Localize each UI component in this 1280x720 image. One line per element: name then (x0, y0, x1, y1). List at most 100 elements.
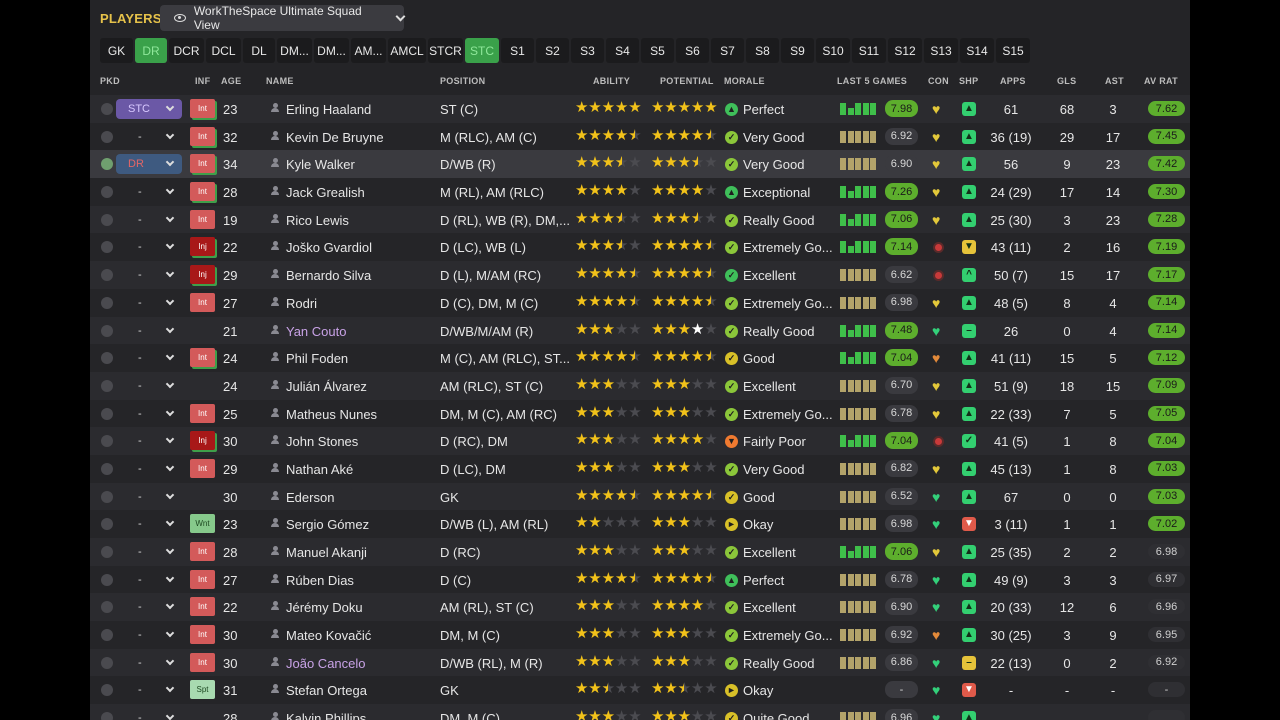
tab-dcr-2[interactable]: DCR (169, 38, 204, 63)
tab-s13-23[interactable]: S13 (924, 38, 958, 63)
tab-dl-4[interactable]: DL (243, 38, 275, 63)
table-row[interactable]: -30EdersonGK★★★★★★★★★★✓Good6.52♥▲67007.0… (90, 482, 1190, 511)
picked-position-dropdown[interactable]: - (116, 321, 182, 341)
player-name-link[interactable]: Jérémy Doku (286, 600, 363, 615)
player-name-link[interactable]: João Cancelo (286, 656, 366, 671)
picked-position-dropdown[interactable]: - (116, 625, 182, 645)
table-row[interactable]: - Int 30 João Cancelo D/WB (RL), M (R) ★ ★ ★ ★ ★ ★… (90, 648, 1190, 677)
tab-s7-17[interactable]: S7 (711, 38, 744, 63)
picked-position-dropdown[interactable]: - (116, 376, 182, 396)
row-checkbox[interactable] (101, 241, 113, 254)
col-con[interactable]: CON (928, 76, 949, 86)
tab-s12-22[interactable]: S12 (888, 38, 922, 63)
tab-s1-11[interactable]: S1 (501, 38, 534, 63)
col-inf[interactable]: INF (195, 76, 210, 86)
col-name[interactable]: NAME (266, 76, 294, 86)
row-checkbox[interactable] (101, 684, 113, 697)
row-checkbox[interactable] (101, 130, 113, 143)
picked-position-dropdown[interactable]: - (116, 487, 182, 507)
status-badge[interactable]: Int (190, 652, 215, 672)
tab-s10-20[interactable]: S10 (816, 38, 850, 63)
table-row[interactable]: - Int 30 Mateo Kovačić DM, M (C) ★ ★ ★ ★ ★ ★ ★ ★ ★ ★ ✓ E… (90, 621, 1190, 649)
row-checkbox[interactable] (101, 352, 113, 365)
player-name-link[interactable]: Manuel Akanji (286, 545, 367, 560)
table-row[interactable]: - Inj 29 Bernardo Silva D (L), M/AM (RC) ★ ★ ★ ★… (90, 261, 1190, 289)
row-checkbox[interactable] (101, 656, 113, 669)
view-selector-dropdown[interactable]: WorkTheSpace Ultimate Squad View (160, 4, 406, 32)
row-checkbox[interactable] (101, 601, 113, 614)
tab-dm-5[interactable]: DM... (277, 38, 312, 63)
col-potential[interactable]: POTENTIAL (660, 76, 714, 86)
status-badge[interactable]: Int (190, 542, 215, 561)
player-name-link[interactable]: Phil Foden (286, 351, 348, 366)
tab-s8-18[interactable]: S8 (746, 38, 779, 63)
table-row[interactable]: -21 Yan Couto D/WB/M/AM (R) ★ ★ ★ ★ ★ ★ ★ ★ ★ ★ ✓ Real… (90, 316, 1190, 345)
picked-position-dropdown[interactable]: - (116, 597, 182, 617)
status-badge[interactable]: Wnt (190, 514, 215, 534)
picked-position-dropdown[interactable]: - (116, 514, 182, 534)
tab-s14-24[interactable]: S14 (960, 38, 994, 63)
player-name-link[interactable]: Ederson (286, 490, 334, 505)
col-ast[interactable]: AST (1105, 76, 1124, 86)
player-name-link[interactable]: Nathan Aké (286, 462, 353, 477)
table-row[interactable]: -Int27RodriD (C), DM, M (C)★★★★★★★★★★✓Ex… (90, 288, 1190, 317)
tab-s4-14[interactable]: S4 (606, 38, 639, 63)
picked-position-dropdown[interactable]: - (116, 542, 182, 562)
player-name-link[interactable]: Julián Álvarez (286, 379, 367, 394)
table-row[interactable]: - Inj 22 Joško Gvardiol D (LC), WB (L) ★ ★ ★ ★ ★ ★… (90, 233, 1190, 262)
player-name-link[interactable]: Mateo Kovačić (286, 628, 371, 643)
picked-position-dropdown[interactable]: DR (116, 154, 182, 175)
row-checkbox[interactable] (101, 379, 113, 392)
row-checkbox[interactable] (101, 490, 113, 503)
col-gls[interactable]: GLS (1057, 76, 1076, 86)
player-name-link[interactable]: Bernardo Silva (286, 268, 371, 283)
tab-s11-21[interactable]: S11 (852, 38, 886, 63)
picked-position-dropdown[interactable]: - (116, 348, 182, 368)
table-row[interactable]: -28 Kalvin Phillips DM, M (C) ★ ★ ★ ★ ★ ★ ★ ★ ★ ★ ✓ Qu… (90, 704, 1190, 720)
row-checkbox[interactable] (101, 435, 113, 448)
row-checkbox[interactable] (101, 462, 113, 475)
player-name-link[interactable]: John Stones (286, 434, 358, 449)
status-badge[interactable]: Int (190, 569, 215, 589)
tab-amcl-8[interactable]: AMCL (388, 38, 426, 63)
tab-s2-12[interactable]: S2 (536, 38, 569, 63)
row-checkbox[interactable] (101, 296, 113, 309)
table-row[interactable]: - Int 28 Manuel Akanji D (RC) ★ ★ ★ ★ ★ ★ ★ ★ ★ ★ ✓ Exce… (90, 538, 1190, 566)
status-badge[interactable]: Int (190, 348, 215, 368)
picked-position-dropdown[interactable]: - (116, 431, 182, 451)
picked-position-dropdown[interactable]: - (116, 127, 182, 147)
player-name-link[interactable]: Stefan Ortega (286, 683, 367, 698)
table-row[interactable]: - Int 28 Jack Grealish M (RL), AM (RLC) ★ ★ ★ ★ ★… (90, 178, 1190, 206)
player-name-link[interactable]: Kalvin Phillips (286, 711, 366, 720)
status-badge[interactable]: Int (190, 292, 215, 312)
player-name-link[interactable]: Sergio Gómez (286, 517, 369, 532)
row-checkbox[interactable] (101, 103, 113, 115)
player-name-link[interactable]: Erling Haaland (286, 102, 371, 117)
picked-position-dropdown[interactable]: - (116, 680, 182, 700)
picked-position-dropdown[interactable]: - (116, 210, 182, 230)
row-checkbox[interactable] (101, 269, 113, 282)
status-badge[interactable]: Inj (190, 431, 215, 451)
tab-am-7[interactable]: AM... (351, 38, 386, 63)
col-age[interactable]: AGE (221, 76, 241, 86)
table-row[interactable]: - Int 29 Nathan Aké D (LC), DM ★ ★ ★ ★ ★ ★ ★ ★ ★ ★ ✓ Ver… (90, 454, 1190, 483)
col-av-rat[interactable]: AV RAT (1144, 76, 1178, 86)
picked-position-dropdown[interactable]: - (116, 404, 182, 424)
row-checkbox[interactable] (101, 213, 113, 226)
tab-stcr-9[interactable]: STCR (428, 38, 463, 63)
col-last5[interactable]: LAST 5 GAMES (837, 76, 907, 86)
tab-dm-6[interactable]: DM... (314, 38, 349, 63)
tab-s6-16[interactable]: S6 (676, 38, 709, 63)
status-badge[interactable]: Int (190, 403, 215, 423)
tab-s9-19[interactable]: S9 (781, 38, 814, 63)
picked-position-dropdown[interactable]: - (116, 653, 182, 673)
col-ability[interactable]: ABILITY (593, 76, 630, 86)
picked-position-dropdown[interactable]: - (116, 265, 182, 285)
picked-position-dropdown[interactable]: - (116, 182, 182, 202)
status-badge[interactable]: Int (190, 597, 215, 617)
tab-s15-25[interactable]: S15 (996, 38, 1030, 63)
col-position[interactable]: POSITION (440, 76, 485, 86)
status-badge[interactable]: Spt (190, 680, 215, 700)
row-checkbox[interactable] (101, 629, 113, 642)
status-badge[interactable]: Int (190, 458, 215, 478)
